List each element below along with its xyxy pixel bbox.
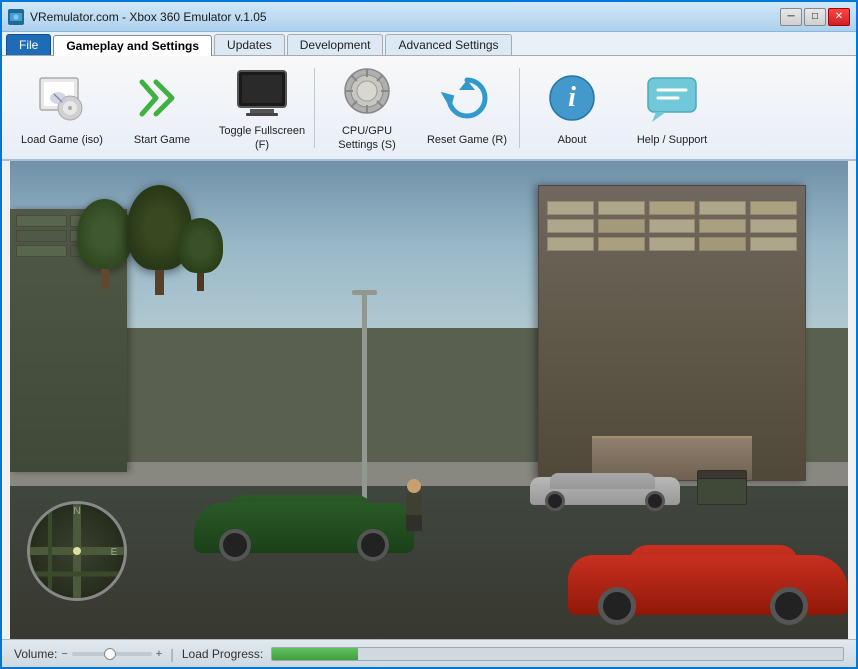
tab-file[interactable]: File bbox=[6, 34, 51, 55]
toolbar-divider-1 bbox=[314, 68, 315, 148]
progress-bar-container bbox=[271, 647, 844, 661]
toolbar-ribbon: Load Game (iso) Start Game bbox=[2, 56, 856, 161]
tab-updates[interactable]: Updates bbox=[214, 34, 285, 55]
volume-thumb[interactable] bbox=[104, 648, 116, 660]
volume-track[interactable] bbox=[72, 652, 152, 656]
reset-game-icon bbox=[437, 68, 497, 128]
car-player bbox=[194, 483, 414, 553]
about-button[interactable]: i About bbox=[522, 63, 622, 153]
car-red-foreground bbox=[568, 530, 848, 615]
minimap: N E bbox=[27, 501, 127, 601]
tab-development[interactable]: Development bbox=[287, 34, 384, 55]
close-button[interactable]: ✕ bbox=[828, 8, 850, 26]
menu-tab-bar: File Gameplay and Settings Updates Devel… bbox=[2, 32, 856, 56]
load-game-label: Load Game (iso) bbox=[21, 134, 103, 147]
tree-3 bbox=[178, 218, 223, 291]
tab-gameplay[interactable]: Gameplay and Settings bbox=[53, 35, 212, 56]
reset-game-label: Reset Game (R) bbox=[427, 134, 507, 147]
titlebar: VRemulator.com - Xbox 360 Emulator v.1.0… bbox=[2, 2, 856, 32]
minimize-button[interactable]: ─ bbox=[780, 8, 802, 26]
help-icon bbox=[642, 68, 702, 128]
progress-section: Load Progress: bbox=[182, 647, 844, 661]
volume-max-icon: + bbox=[156, 648, 162, 660]
main-window: VRemulator.com - Xbox 360 Emulator v.1.0… bbox=[0, 0, 858, 669]
progress-bar-fill bbox=[272, 648, 358, 660]
volume-control: Volume: − + bbox=[14, 647, 162, 661]
cpu-gpu-label: CPU/GPU Settings (S) bbox=[321, 125, 413, 151]
window-controls: ─ □ ✕ bbox=[780, 8, 850, 26]
svg-text:E: E bbox=[110, 547, 117, 558]
volume-min-icon: − bbox=[61, 648, 67, 660]
player-character bbox=[404, 479, 424, 534]
reset-game-button[interactable]: Reset Game (R) bbox=[417, 63, 517, 153]
load-progress-label: Load Progress: bbox=[182, 647, 263, 661]
start-game-icon bbox=[132, 68, 192, 128]
fullscreen-icon bbox=[232, 63, 292, 119]
building-main bbox=[538, 185, 806, 481]
about-label: About bbox=[558, 134, 587, 147]
help-support-button[interactable]: Help / Support bbox=[622, 63, 722, 153]
help-support-label: Help / Support bbox=[637, 134, 707, 147]
cpu-gpu-settings-button[interactable]: CPU/GPU Settings (S) bbox=[317, 63, 417, 153]
game-viewport: N E bbox=[10, 161, 848, 639]
maximize-button[interactable]: □ bbox=[804, 8, 826, 26]
svg-text:N: N bbox=[73, 506, 80, 517]
tree-1 bbox=[77, 199, 132, 289]
about-icon: i bbox=[542, 68, 602, 128]
toggle-fullscreen-label: Toggle Fullscreen (F) bbox=[216, 125, 308, 151]
statusbar: Volume: − + | Load Progress: bbox=[2, 639, 856, 667]
cpu-gpu-icon bbox=[337, 63, 397, 119]
titlebar-left: VRemulator.com - Xbox 360 Emulator v.1.0… bbox=[8, 9, 267, 25]
svg-text:i: i bbox=[568, 82, 576, 113]
load-game-icon bbox=[32, 68, 92, 128]
load-game-button[interactable]: Load Game (iso) bbox=[12, 63, 112, 153]
volume-label: Volume: bbox=[14, 647, 57, 661]
window-title: VRemulator.com - Xbox 360 Emulator v.1.0… bbox=[30, 10, 267, 24]
game-scene: N E bbox=[10, 161, 848, 639]
app-icon bbox=[8, 9, 24, 25]
car-background bbox=[530, 460, 680, 505]
tab-advanced[interactable]: Advanced Settings bbox=[385, 34, 511, 55]
dumpster bbox=[697, 470, 747, 505]
start-game-button[interactable]: Start Game bbox=[112, 63, 212, 153]
toolbar-divider-2 bbox=[519, 68, 520, 148]
toggle-fullscreen-button[interactable]: Toggle Fullscreen (F) bbox=[212, 63, 312, 153]
street-light bbox=[362, 290, 367, 505]
start-game-label: Start Game bbox=[134, 134, 190, 147]
statusbar-separator: | bbox=[170, 646, 174, 662]
